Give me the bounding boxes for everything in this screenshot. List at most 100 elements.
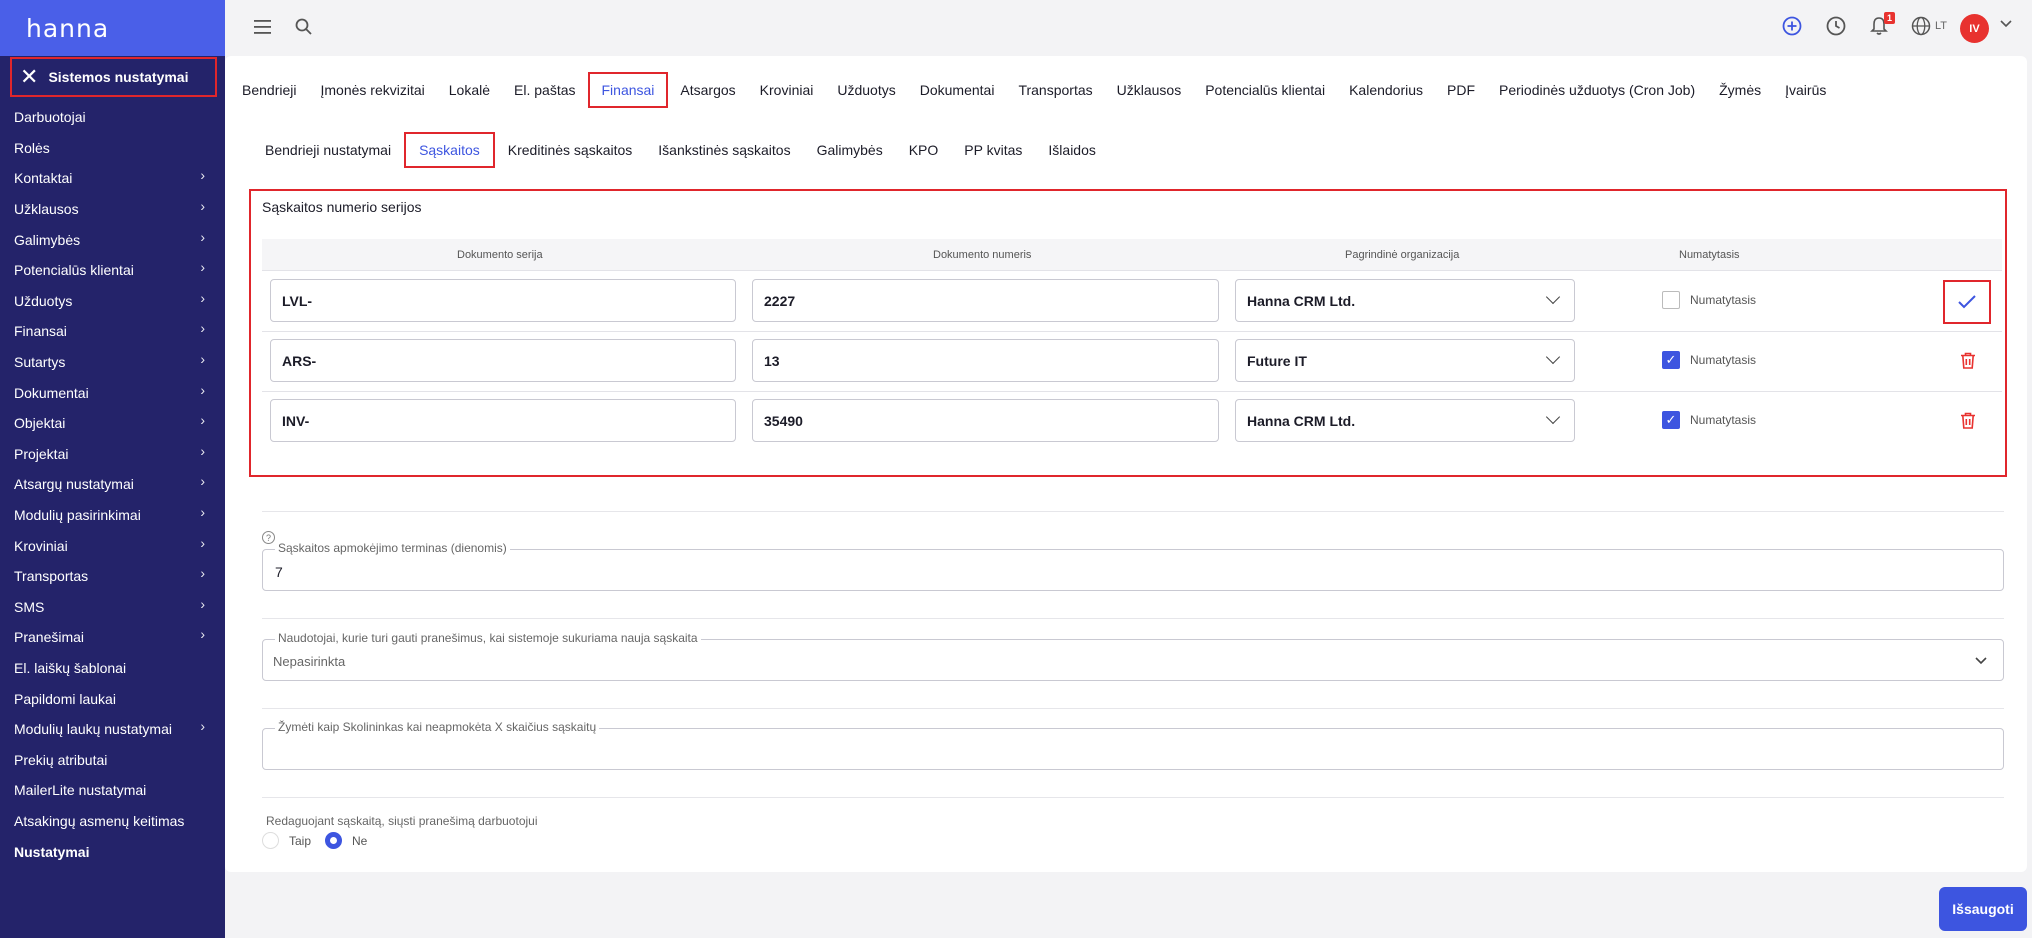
sidebar-item[interactable]: Objektai › <box>0 408 225 439</box>
tab[interactable]: Įmonės rekvizitai <box>308 72 436 108</box>
sidebar-item[interactable]: Užduotys › <box>0 286 225 317</box>
number-field[interactable]: 13 <box>752 339 1219 382</box>
divider <box>262 708 2004 709</box>
sidebar-item[interactable]: Potencialūs klientai › <box>0 255 225 286</box>
delete-icon[interactable] <box>1960 412 1976 429</box>
close-icon[interactable]: ✕ <box>20 66 38 88</box>
tab[interactable]: PDF <box>1435 72 1487 108</box>
language-label[interactable]: LT <box>1935 20 1947 32</box>
sidebar-item[interactable]: Rolės <box>0 133 225 164</box>
search-icon[interactable] <box>295 18 313 36</box>
system-settings-header[interactable]: ✕ Sistemos nustatymai <box>10 57 217 97</box>
tab[interactable]: Finansai <box>587 72 669 108</box>
tab[interactable]: Užduotys <box>825 72 907 108</box>
add-icon[interactable] <box>1782 16 1802 36</box>
tab[interactable]: Potencialūs klientai <box>1193 72 1337 108</box>
notify-users-value: Nepasirinkta <box>273 654 346 669</box>
divider <box>262 511 2004 512</box>
avatar[interactable]: IV <box>1960 14 1989 43</box>
notify-users-select[interactable]: Naudotojai, kurie turi gauti pranešimus,… <box>262 631 2004 681</box>
radio-no[interactable] <box>325 832 342 849</box>
confirm-button[interactable] <box>1943 280 1991 324</box>
chevron-down-icon <box>1545 409 1561 425</box>
payment-term-label: Sąskaitos apmokėjimo terminas (dienomis) <box>275 541 510 555</box>
chevron-down-icon[interactable] <box>2000 20 2012 28</box>
organization-select[interactable]: Hanna CRM Ltd. <box>1235 399 1575 442</box>
default-checkbox-label: Numatytasis <box>1690 293 1757 307</box>
sidebar-item[interactable]: Kontaktai › <box>0 163 225 194</box>
sidebar-item[interactable]: Darbuotojai <box>0 102 225 133</box>
tab[interactable]: Transportas <box>1006 72 1104 108</box>
sidebar-item[interactable]: SMS › <box>0 592 225 623</box>
sidebar-item[interactable]: Galimybės › <box>0 224 225 255</box>
sidebar-item[interactable]: Atsakingų asmenų keitimas <box>0 806 225 837</box>
menu-icon[interactable] <box>254 19 272 35</box>
tab[interactable]: Sąskaitos <box>404 132 495 168</box>
clock-icon[interactable] <box>1826 16 1846 36</box>
tab[interactable]: Dokumentai <box>908 72 1007 108</box>
tab[interactable]: Bendrieji <box>230 72 308 108</box>
default-checkbox[interactable]: ✓ <box>1662 411 1680 429</box>
sidebar-item[interactable]: Prekių atributai <box>0 744 225 775</box>
series-field[interactable]: LVL- <box>270 279 736 322</box>
sidebar-item[interactable]: Kroviniai › <box>0 530 225 561</box>
sidebar-item[interactable]: Modulių laukų nustatymai › <box>0 714 225 745</box>
row-divider <box>262 270 2002 271</box>
sidebar-item-label: Rolės <box>14 139 50 156</box>
logo-bar: hanna <box>0 0 225 56</box>
sidebar-item[interactable]: Atsargų nustatymai › <box>0 469 225 500</box>
chevron-right-icon: › <box>200 289 205 306</box>
sidebar-item[interactable]: Pranešimai › <box>0 622 225 653</box>
tab[interactable]: Kroviniai <box>748 72 826 108</box>
tab[interactable]: Kreditinės sąskaitos <box>495 132 646 168</box>
tab[interactable]: KPO <box>896 132 952 168</box>
sidebar-item[interactable]: Nustatymai <box>0 836 225 867</box>
tab[interactable]: Užklausos <box>1105 72 1194 108</box>
sidebar-item-label: Darbuotojai <box>14 109 86 126</box>
app-logo[interactable]: hanna <box>26 14 109 43</box>
tab[interactable]: Lokalė <box>437 72 502 108</box>
tab[interactable]: Įvairūs <box>1773 72 1838 108</box>
column-header: Pagrindinė organizacija <box>1345 249 1460 261</box>
sidebar-item[interactable]: Projektai › <box>0 439 225 470</box>
default-checkbox[interactable] <box>1662 291 1680 309</box>
sidebar-item[interactable]: Dokumentai › <box>0 377 225 408</box>
sidebar-item[interactable]: Finansai › <box>0 316 225 347</box>
number-field[interactable]: 2227 <box>752 279 1219 322</box>
tab[interactable]: El. paštas <box>502 72 587 108</box>
tab[interactable]: Bendrieji nustatymai <box>252 132 404 168</box>
payment-term-field[interactable]: Sąskaitos apmokėjimo terminas (dienomis)… <box>262 541 2004 591</box>
tab[interactable]: Žymės <box>1707 72 1773 108</box>
default-checkbox[interactable]: ✓ <box>1662 351 1680 369</box>
series-field[interactable]: ARS- <box>270 339 736 382</box>
sidebar-item[interactable]: Užklausos › <box>0 194 225 225</box>
help-icon[interactable]: ? <box>262 531 275 544</box>
series-field[interactable]: INV- <box>270 399 736 442</box>
sidebar-item-label: Modulių pasirinkimai <box>14 507 141 524</box>
tab[interactable]: Galimybės <box>804 132 896 168</box>
sidebar-item[interactable]: El. laiškų šablonai <box>0 653 225 684</box>
tab[interactable]: Kalendorius <box>1337 72 1435 108</box>
delete-icon[interactable] <box>1960 352 1976 369</box>
sidebar-item[interactable]: Modulių pasirinkimai › <box>0 500 225 531</box>
sidebar-item[interactable]: Sutartys › <box>0 347 225 378</box>
sidebar-item[interactable]: Papildomi laukai <box>0 683 225 714</box>
sidebar-item[interactable]: MailerLite nustatymai <box>0 775 225 806</box>
radio-yes[interactable] <box>262 832 279 849</box>
tab[interactable]: Išlaidos <box>1035 132 1108 168</box>
debtor-threshold-field[interactable]: Žymėti kaip Skolininkas kai neapmokėta X… <box>262 720 2004 770</box>
sidebar-item[interactable]: Transportas › <box>0 561 225 592</box>
save-button[interactable]: Išsaugoti <box>1939 887 2027 931</box>
number-field[interactable]: 35490 <box>752 399 1219 442</box>
sidebar-item-label: Galimybės <box>14 231 81 248</box>
divider <box>262 618 2004 619</box>
globe-icon[interactable] <box>1911 16 1931 36</box>
chevron-down-icon <box>1975 657 1987 665</box>
tab[interactable]: Atsargos <box>668 72 747 108</box>
organization-select[interactable]: Hanna CRM Ltd. <box>1235 279 1575 322</box>
sidebar-item-label: Kroviniai <box>14 537 68 554</box>
tab[interactable]: Periodinės užduotys (Cron Job) <box>1487 72 1707 108</box>
organization-select[interactable]: Future IT <box>1235 339 1575 382</box>
tab[interactable]: Išankstinės sąskaitos <box>645 132 803 168</box>
tab[interactable]: PP kvitas <box>951 132 1035 168</box>
